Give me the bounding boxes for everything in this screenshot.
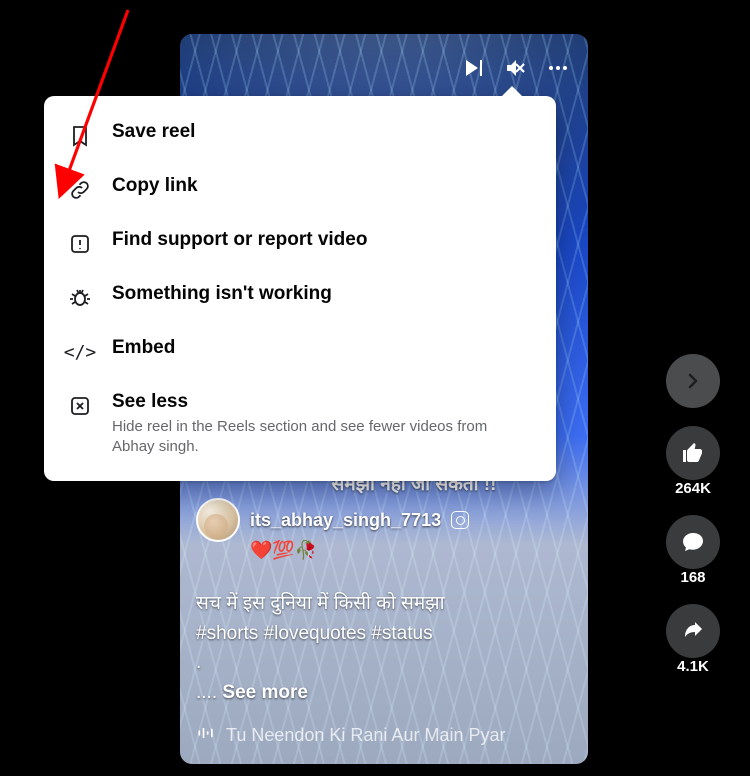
author-username[interactable]: its_abhay_singh_7713: [250, 510, 441, 531]
comment-button[interactable]: [666, 515, 720, 569]
video-top-controls: [462, 56, 570, 85]
menu-subtext: Hide reel in the Reels section and see f…: [112, 417, 532, 458]
menu-item-embed[interactable]: </> Embed: [44, 324, 556, 378]
mute-icon[interactable]: [504, 56, 528, 85]
menu-item-copy-link[interactable]: Copy link: [44, 162, 556, 216]
share-icon: [681, 619, 705, 643]
audio-row[interactable]: Tu Neendon Ki Rani Aur Main Pyar: [196, 723, 572, 748]
caption-dot: .: [196, 648, 572, 677]
alert-icon: [66, 230, 94, 258]
caption-line-2: #shorts #lovequotes #status: [196, 619, 572, 648]
audio-title: Tu Neendon Ki Rani Aur Main Pyar: [226, 725, 505, 746]
author-avatar[interactable]: [196, 498, 240, 542]
action-rail: 264K 168 4.1K: [666, 354, 720, 675]
menu-label: See less: [112, 390, 532, 415]
menu-item-see-less[interactable]: See less Hide reel in the Reels section …: [44, 378, 556, 469]
menu-label: Save reel: [112, 120, 195, 145]
next-reel-item: [666, 354, 720, 408]
next-reel-button[interactable]: [666, 354, 720, 408]
audio-wave-icon: [196, 723, 216, 748]
more-options-icon[interactable]: [546, 56, 570, 85]
share-count: 4.1K: [677, 658, 709, 675]
author-row[interactable]: its_abhay_singh_7713: [196, 498, 572, 542]
emoji-strip: ❤️💯🥀: [250, 540, 572, 561]
embed-icon: </>: [66, 338, 94, 366]
play-next-icon[interactable]: [462, 56, 486, 85]
see-more-prefix: ....: [196, 682, 222, 703]
like-item: 264K: [666, 426, 720, 497]
menu-label: Embed: [112, 336, 175, 361]
close-box-icon: [66, 392, 94, 420]
caption-line-1: सच में इस दुनिया में किसी को समझा: [196, 589, 572, 618]
share-item: 4.1K: [666, 604, 720, 675]
share-button[interactable]: [666, 604, 720, 658]
bug-icon: [66, 284, 94, 312]
comment-icon: [681, 530, 705, 554]
comment-count: 168: [680, 569, 705, 586]
chevron-right-icon: [681, 369, 705, 393]
instagram-icon: [451, 511, 469, 529]
menu-item-bug[interactable]: Something isn't working: [44, 270, 556, 324]
bookmark-icon: [66, 122, 94, 150]
video-overlay-info: समझा नही जा सकता !! its_abhay_singh_7713…: [180, 456, 588, 764]
menu-label: Find support or report video: [112, 228, 367, 253]
thumbs-up-icon: [681, 441, 705, 465]
comment-item: 168: [666, 515, 720, 586]
like-button[interactable]: [666, 426, 720, 480]
see-more-button[interactable]: See more: [222, 682, 308, 703]
menu-label: Something isn't working: [112, 282, 332, 307]
menu-item-save-reel[interactable]: Save reel: [44, 108, 556, 162]
see-more-line[interactable]: .... See more: [196, 678, 572, 707]
more-options-menu: Save reel Copy link Find support or repo…: [44, 96, 556, 481]
link-icon: [66, 176, 94, 204]
menu-label: Copy link: [112, 174, 198, 199]
menu-item-report[interactable]: Find support or report video: [44, 216, 556, 270]
reel-caption: सच में इस दुनिया में किसी को समझा #short…: [196, 589, 572, 707]
like-count: 264K: [675, 480, 711, 497]
